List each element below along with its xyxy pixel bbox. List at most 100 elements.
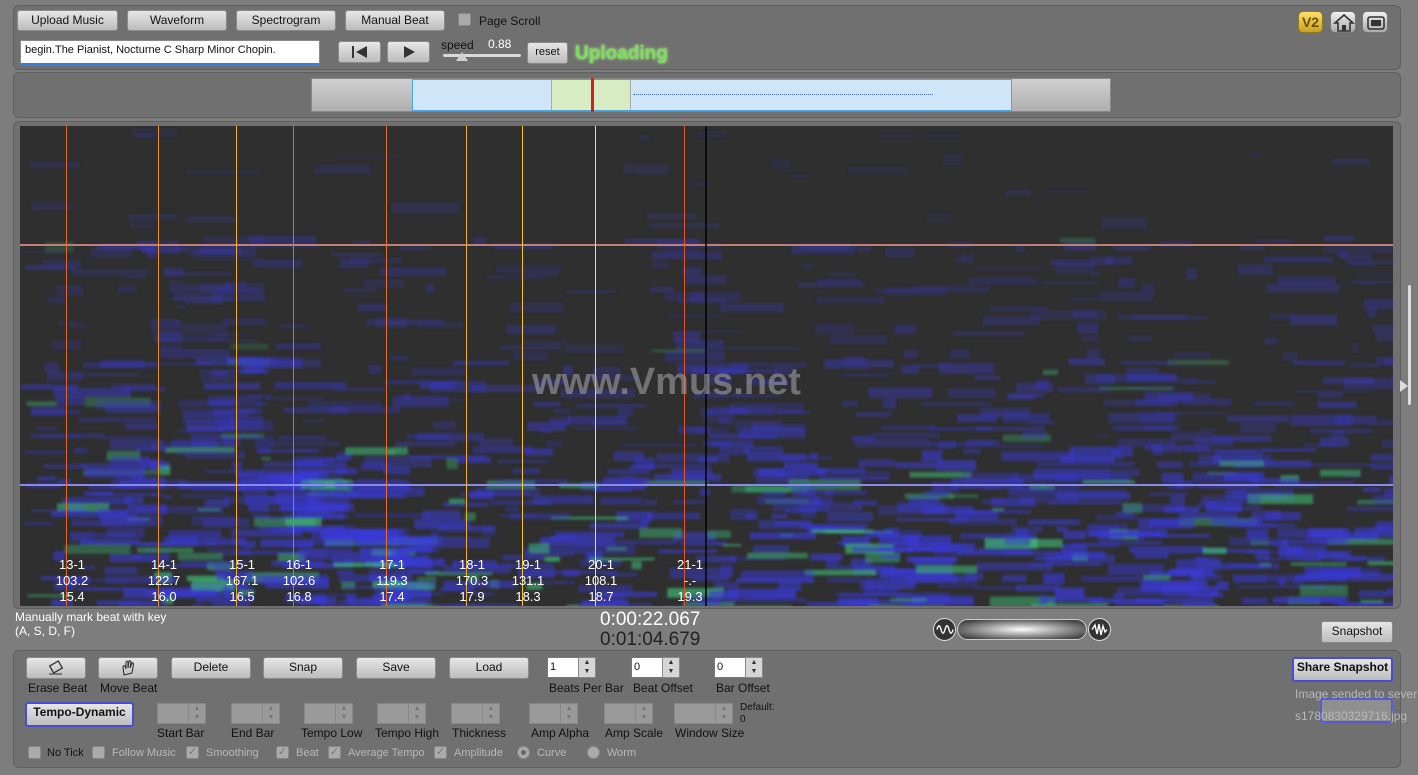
speed-slider-thumb[interactable]	[456, 52, 468, 61]
spectrogram-cell	[677, 426, 710, 434]
start-bar-input[interactable]	[157, 703, 189, 724]
snap-button[interactable]: Snap	[263, 657, 343, 679]
spectrogram-cell	[1144, 425, 1181, 430]
average-tempo-checkbox[interactable]: ✓	[328, 746, 341, 759]
volume-slider[interactable]	[957, 619, 1087, 640]
save-button[interactable]: Save	[356, 657, 436, 679]
beats-per-bar-arrows[interactable]: ▲ ▼	[578, 657, 596, 678]
window-size-arrows[interactable]: ▲ ▼	[715, 703, 733, 724]
amplitude-checkbox[interactable]: ✓	[434, 746, 447, 759]
window-size-input[interactable]	[674, 703, 716, 724]
spectrogram-cell	[180, 494, 229, 498]
delete-button[interactable]: Delete	[171, 657, 251, 679]
spectrogram-cell	[258, 475, 309, 484]
audio-mode-button[interactable]	[1088, 618, 1111, 641]
page-scroll-checkbox[interactable]	[458, 13, 471, 26]
spectrogram-cell	[1261, 448, 1316, 452]
spectrogram-cell	[137, 547, 194, 553]
load-button[interactable]: Load	[449, 657, 529, 679]
beat-label: 14-1 122.7 16.0	[136, 557, 192, 605]
no-tick-checkbox[interactable]	[28, 746, 41, 759]
scroll-arrow-icon[interactable]	[1400, 380, 1408, 392]
spectrogram-button[interactable]: Spectrogram	[236, 10, 336, 31]
fullscreen-button[interactable]	[1362, 11, 1388, 33]
move-beat-button[interactable]	[98, 657, 158, 679]
tempo-low-arrows[interactable]: ▲ ▼	[335, 703, 353, 724]
overview-playhead[interactable]	[591, 78, 594, 112]
manual-beat-button[interactable]: Manual Beat	[345, 10, 445, 31]
spectrogram-cell	[606, 547, 627, 551]
thickness-input[interactable]	[451, 703, 483, 724]
skip-back-button[interactable]	[338, 41, 381, 63]
tempo-dynamic-button[interactable]: Tempo-Dynamic	[25, 702, 134, 727]
beat-line[interactable]	[522, 126, 523, 606]
erase-beat-button[interactable]	[26, 657, 86, 679]
follow-music-checkbox[interactable]	[92, 746, 105, 759]
spectrogram-cell	[105, 404, 161, 414]
overview-track[interactable]	[311, 78, 1111, 112]
spectrogram-cell	[1038, 594, 1048, 606]
spectrogram-cell	[1086, 348, 1101, 358]
tempo-high-arrows[interactable]: ▲ ▼	[408, 703, 426, 724]
beat-time: 18.3	[515, 589, 541, 604]
end-bar-arrows[interactable]: ▲ ▼	[262, 703, 280, 724]
beat-checkbox[interactable]: ✓	[276, 746, 289, 759]
spectrogram-cell	[136, 446, 169, 452]
beat-line[interactable]	[466, 126, 467, 606]
amp-scale-arrows[interactable]: ▲ ▼	[635, 703, 653, 724]
spectrogram-cell	[656, 453, 730, 463]
vertical-scrollbar[interactable]	[1408, 285, 1411, 405]
waveform-button[interactable]: Waveform	[127, 10, 227, 31]
start-bar-arrows[interactable]: ▲ ▼	[188, 703, 206, 724]
beat-line[interactable]	[66, 126, 67, 606]
speed-slider[interactable]	[443, 52, 521, 61]
spectrogram-cell	[815, 323, 854, 335]
beat-line[interactable]	[293, 126, 294, 606]
beat-line[interactable]	[386, 126, 387, 606]
bar-offset-input[interactable]: 0	[714, 657, 746, 678]
beat-offset-arrows[interactable]: ▲ ▼	[662, 657, 680, 678]
curve-radio[interactable]	[517, 746, 530, 759]
spectrogram-cell	[771, 514, 788, 519]
bar-offset-arrows[interactable]: ▲ ▼	[745, 657, 763, 678]
end-bar-input[interactable]	[231, 703, 263, 724]
spectrogram-cell	[1095, 435, 1110, 438]
spectrogram-view[interactable]: 13-1 103.2 15.4 14-1 122.7 16.0 15-1 167.1 16.5 1…	[20, 126, 1393, 606]
beat-line[interactable]	[236, 126, 237, 606]
spectrogram-cell	[844, 356, 866, 366]
spectrogram-cell	[938, 584, 979, 588]
smoothing-checkbox[interactable]: ✓	[186, 746, 199, 759]
amp-alpha-input[interactable]	[529, 703, 561, 724]
worm-radio[interactable]	[587, 746, 600, 759]
spectrogram-cell	[1090, 271, 1101, 276]
amp-alpha-arrows[interactable]: ▲ ▼	[560, 703, 578, 724]
spectrogram-cell	[1224, 472, 1265, 482]
spectrogram-cell	[1237, 586, 1267, 589]
overview-window[interactable]	[412, 78, 1012, 112]
spectrogram-cell	[1233, 574, 1266, 583]
spectrogram-cell	[252, 514, 270, 519]
spectrogram-cell	[869, 360, 894, 368]
play-button[interactable]	[387, 41, 430, 63]
home-button[interactable]	[1330, 11, 1356, 33]
upload-music-button[interactable]: Upload Music	[17, 10, 118, 31]
beat-line[interactable]	[158, 126, 159, 606]
spectrogram-cell	[1117, 438, 1176, 447]
beat-time: 15.4	[59, 589, 85, 604]
snapshot-button[interactable]: Snapshot	[1321, 621, 1393, 643]
thickness-arrows[interactable]: ▲ ▼	[482, 703, 500, 724]
spectrogram-cell	[1019, 496, 1079, 504]
version-button[interactable]: V2	[1298, 11, 1323, 33]
beats-per-bar-input[interactable]: 1	[547, 657, 579, 678]
tempo-high-input[interactable]	[377, 703, 409, 724]
spectrogram-cell	[1064, 242, 1097, 251]
waveform-mode-button[interactable]	[933, 618, 956, 641]
beat-bar: 21-1	[676, 557, 704, 572]
amp-scale-input[interactable]	[604, 703, 636, 724]
spectrogram-cell	[37, 476, 56, 481]
tempo-low-input[interactable]	[304, 703, 336, 724]
track-name-field[interactable]: begin.The Pianist, Nocturne C Sharp Mino…	[20, 40, 320, 66]
reset-speed-button[interactable]: reset	[527, 42, 568, 64]
beat-offset-input[interactable]: 0	[631, 657, 663, 678]
share-snapshot-button[interactable]: Share Snapshot	[1292, 657, 1393, 682]
